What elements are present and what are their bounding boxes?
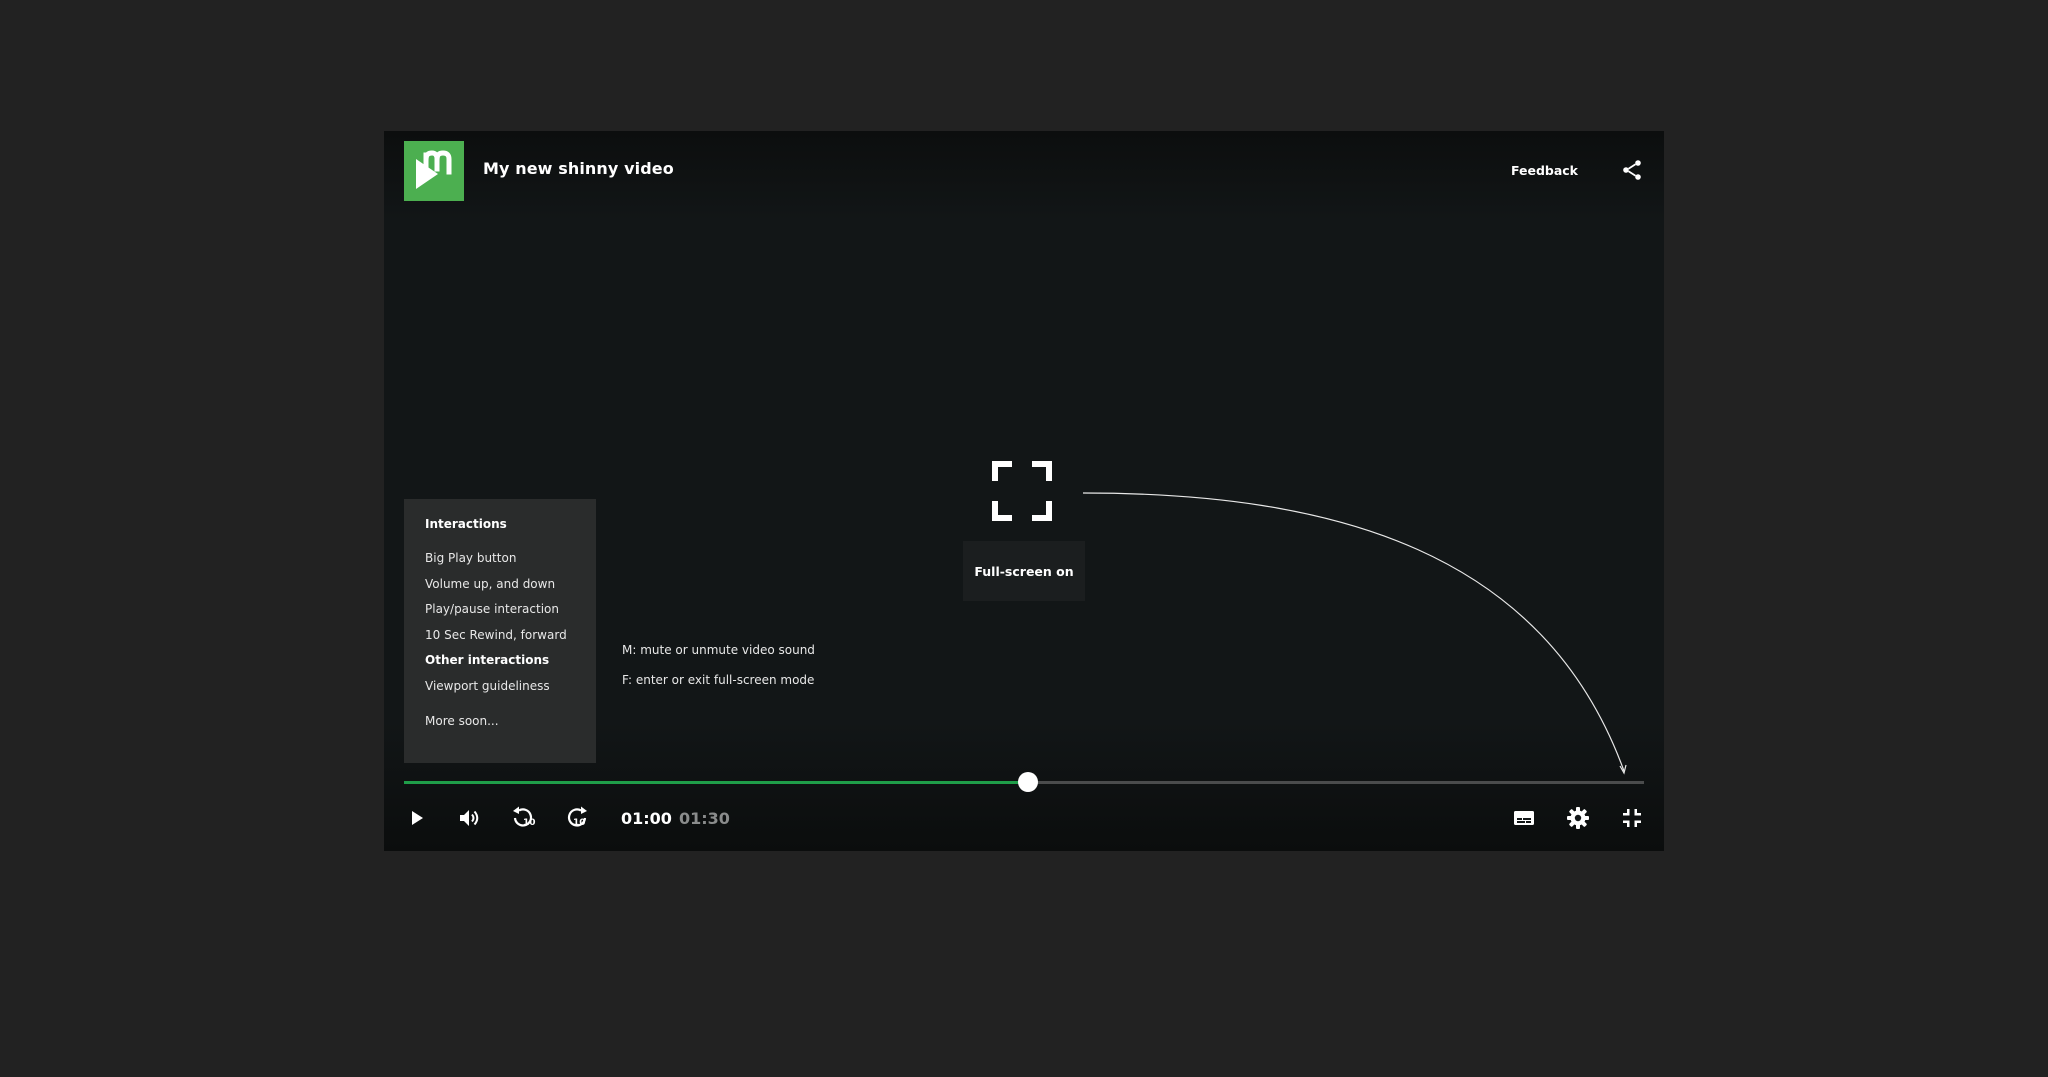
panel-item[interactable]: Big Play button [425,550,596,576]
panel-item[interactable]: Viewport guideliness [425,678,596,704]
forward-seconds-label: 10 [573,818,586,828]
video-title: My new shinny video [483,159,674,178]
m-play-logo-icon [404,141,464,201]
panel-item-active[interactable]: Other interactions [425,652,596,678]
time-current: 01:00 [621,809,672,828]
shortcut-mute: M: mute or unmute video sound [622,643,815,657]
video-player[interactable]: My new shinny video Feedback Full-screen… [384,131,1664,851]
interactions-panel: Interactions Big Play button Volume up, … [404,499,596,763]
panel-heading: Interactions [425,517,507,531]
panel-item[interactable]: Play/pause interaction [425,601,596,627]
play-icon [412,811,423,825]
play-button[interactable] [402,804,430,832]
panel-item[interactable]: Volume up, and down [425,576,596,602]
subtitles-icon [1514,811,1534,825]
progress-bar[interactable] [404,772,1644,792]
forward-10-button[interactable]: 10 [563,804,591,832]
shortcut-fullscreen: F: enter or exit full-screen mode [622,673,815,687]
progress-fill [404,781,1028,784]
fullscreen-icon [992,461,1052,521]
exit-fullscreen-button[interactable] [1618,804,1646,832]
panel-more: More soon... [425,714,499,728]
progress-thumb[interactable] [1017,772,1038,792]
gear-icon [1567,807,1589,829]
exit-fullscreen-icon [1623,809,1641,827]
forward-10-icon: 10 [567,806,587,828]
volume-icon [460,810,479,826]
rewind-10-button[interactable]: 10 [509,804,537,832]
settings-button[interactable] [1564,804,1592,832]
rewind-seconds-label: 10 [523,818,536,828]
volume-button[interactable] [455,804,483,832]
feedback-link[interactable]: Feedback [1511,163,1578,178]
share-icon[interactable] [1620,158,1644,182]
panel-item[interactable]: 10 Sec Rewind, forward [425,627,596,653]
subtitles-button[interactable] [1510,804,1538,832]
fullscreen-tooltip: Full-screen on [963,541,1085,601]
time-total: 01:30 [679,809,730,828]
rewind-10-icon: 10 [513,806,536,828]
